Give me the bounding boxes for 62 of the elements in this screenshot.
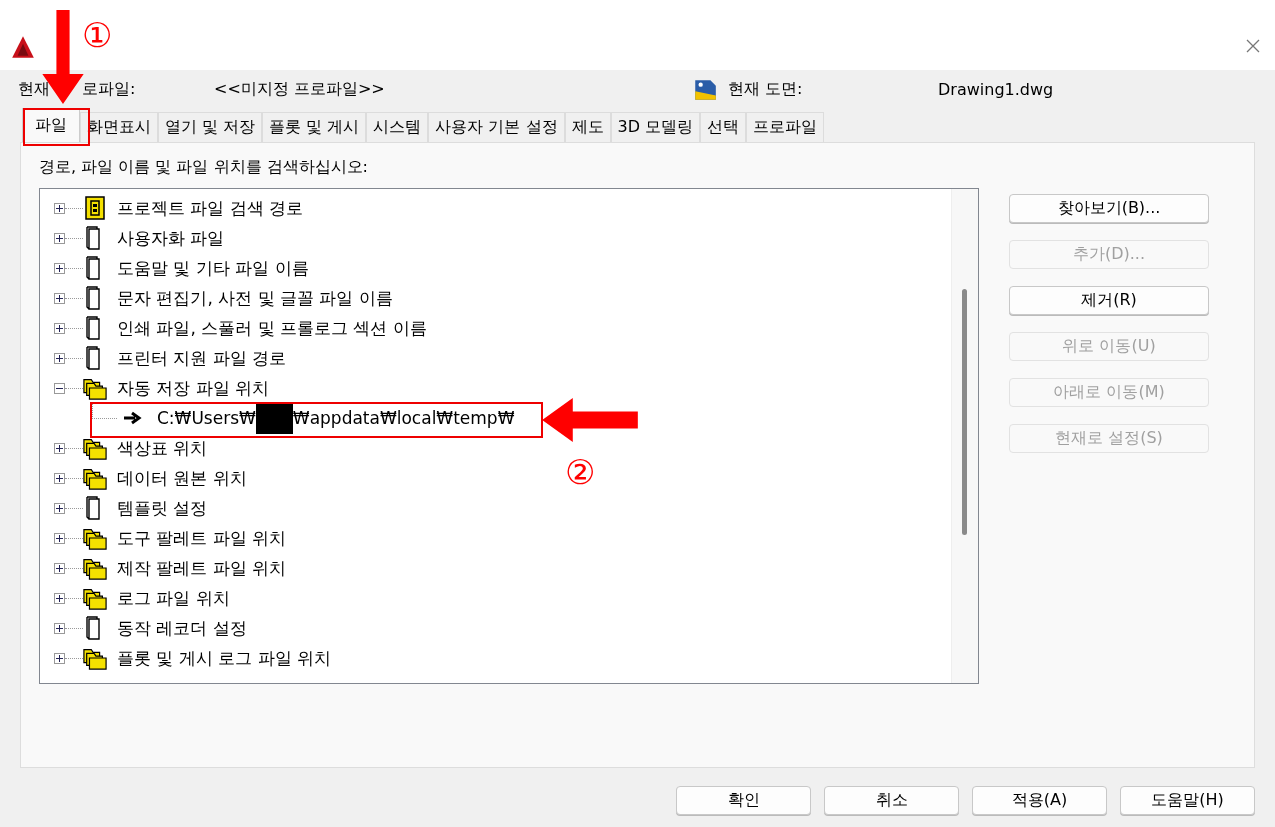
tree-item[interactable]: 색상표 위치 [117,436,208,460]
expand-icon[interactable] [54,562,65,574]
tree-item[interactable]: 프린터 지원 파일 경로 [117,346,287,370]
tree-item[interactable]: 도구 팔레트 파일 위치 [117,526,287,550]
side-button[interactable]: 찾아보기(B)... [1009,194,1209,223]
tree-item[interactable]: 문자 편집기, 사전 및 글꼴 파일 이름 [117,286,393,310]
dialog-button[interactable]: 확인 [676,786,811,815]
tree-item[interactable]: 플롯 및 게시 로그 파일 위치 [117,646,332,670]
dialog-button[interactable]: 도움말(H) [1120,786,1255,815]
path-text[interactable]: ₩appdata₩local₩temp₩ [292,408,515,428]
expand-icon[interactable] [54,622,65,634]
tree-item[interactable]: 사용자화 파일 [117,226,225,250]
collapse-icon[interactable] [54,382,65,394]
profile-label: 현재 [18,78,50,98]
path-text[interactable]: C:₩Users₩ [157,408,256,428]
tab[interactable]: 선택 [700,112,747,142]
dialog-button[interactable]: 적용(A) [972,786,1107,815]
expand-icon[interactable] [54,322,65,334]
book-icon [83,195,107,221]
expand-icon[interactable] [54,292,65,304]
expand-icon[interactable] [54,502,65,514]
close-icon[interactable] [1245,38,1261,54]
tree-item[interactable]: 제작 팔레트 파일 위치 [117,556,287,580]
highlight-frame [23,108,90,146]
dialog-button[interactable]: 취소 [824,786,959,815]
step-number: ② [565,455,596,489]
expand-icon[interactable] [54,532,65,544]
tree-item[interactable]: 도움말 및 기타 파일 이름 [117,256,309,280]
tree-item[interactable]: 동작 레코더 설정 [117,616,247,640]
app-logo-icon [10,34,36,60]
tree-item[interactable]: 인쇄 파일, 스풀러 및 프롤로그 섹션 이름 [117,316,427,340]
arrow-icon [123,411,143,425]
expand-icon[interactable] [54,352,65,364]
tab[interactable]: 시스템 [366,112,429,142]
tree-item[interactable]: 로그 파일 위치 [117,586,230,610]
tab[interactable]: 플롯 및 게시 [262,112,367,142]
tab[interactable]: 파일 [22,108,80,142]
profile-label: 로파일: [82,78,136,98]
expand-icon[interactable] [54,472,65,484]
drawing-value: Drawing1.dwg [938,79,1054,99]
scrollbar[interactable] [951,189,978,683]
tab[interactable]: 화면표시 [80,112,158,142]
tree-label: 경로, 파일 이름 및 파일 위치를 검색하십시오: [39,157,369,178]
tree-item[interactable]: 자동 저장 파일 위치 [117,376,270,400]
expand-icon[interactable] [54,592,65,604]
tab[interactable]: 사용자 기본 설정 [428,112,565,142]
tree-item[interactable]: 템플릿 설정 [117,496,208,520]
tab[interactable]: 프로파일 [746,112,825,142]
tab[interactable]: 열기 및 저장 [158,112,263,142]
tab[interactable]: 3D 모델링 [610,112,701,142]
tree-item[interactable]: 데이터 원본 위치 [117,466,247,490]
drawing-label: 현재 도면: [728,78,804,100]
step-number: ① [82,18,113,52]
expand-icon[interactable] [54,652,65,664]
expand-icon[interactable] [54,202,65,214]
tree-item[interactable]: 프로젝트 파일 검색 경로 [117,196,304,220]
side-button[interactable]: 제거(R) [1009,286,1209,315]
expand-icon[interactable] [54,262,65,274]
profile-value: <<미지정 프로파일>> [214,78,386,100]
tab[interactable]: 제도 [564,112,611,142]
expand-icon[interactable] [54,232,65,244]
expand-icon[interactable] [54,442,65,454]
